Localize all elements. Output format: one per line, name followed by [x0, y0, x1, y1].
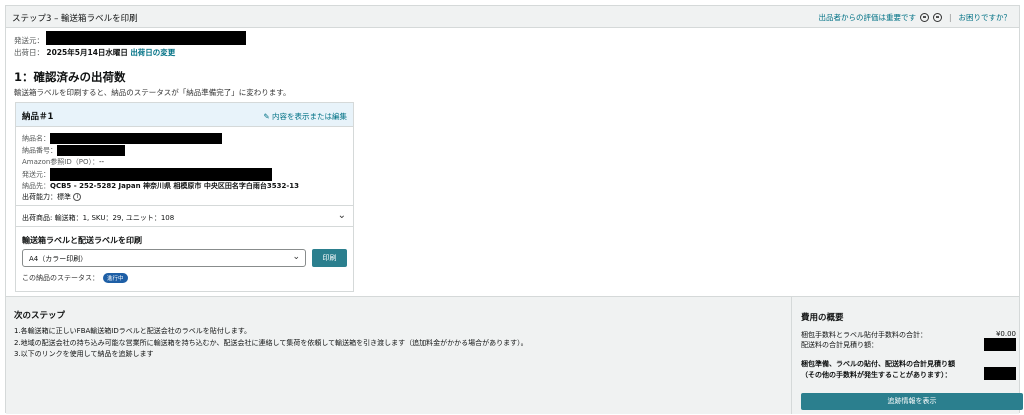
redacted-total — [984, 367, 1016, 380]
edit-link[interactable]: ✎ 内容を表示または編集 — [263, 111, 347, 122]
happy-face-icon[interactable] — [919, 13, 929, 22]
track-shipment-button[interactable]: 追跡情報を表示 — [801, 393, 1023, 410]
shipment-name-label: 納品名： — [22, 134, 50, 143]
feedback-link[interactable]: 出品者からの評価は重要です — [818, 12, 916, 23]
redacted-shipment-number — [57, 144, 125, 156]
status-row: この納品のステータス： 進行中 — [22, 273, 128, 283]
shipment-name-row: 納品名： — [22, 133, 299, 145]
destination-label: 納品先： — [22, 181, 50, 190]
next-steps-list: 1.各輸送箱に正しいFBA輸送箱IDラベルと配送会社のラベルを貼付します。 2.… — [14, 326, 528, 361]
shipment-summary: 出荷商品: 輸送箱：1, SKU：29, ユニット：108 — [22, 214, 175, 222]
ship-from-row: 発送元： — [14, 31, 247, 46]
ship-date-row: 出荷日： 2025年5月14日水曜日 出荷日の変更 — [14, 47, 175, 58]
shipment-number-label: 納品番号： — [22, 146, 57, 155]
next-steps-title: 次のステップ — [14, 311, 66, 321]
total-label-line2: （その他の手数料が発生することがあります）： — [801, 371, 952, 379]
destination-value: QCB5 - 252-5282 Japan 神奈川県 相模原市 中央区田名字白雨… — [50, 181, 299, 190]
top-right-links: 出品者からの評価は重要です | お困りですか？ — [818, 12, 1011, 23]
step-title: ステップ3 – 輸送箱ラベルを印刷 — [12, 14, 138, 24]
ship-date-value: 2025年5月14日水曜日 — [46, 48, 128, 57]
status-label: この納品のステータス： — [22, 274, 99, 282]
prep-fee-value: ¥0.00 — [995, 330, 1016, 338]
ship-date-label: 出荷日： — [14, 48, 44, 57]
pencil-icon: ✎ — [263, 112, 270, 121]
card-details: 納品名： 納品番号： Amazon参照ID（PO）：-- 発送元： 納品先：QC… — [22, 133, 299, 203]
ship-from-label: 発送元： — [14, 36, 44, 45]
section-description: 輸送箱ラベルを印刷すると、納品のステータスが「納品準備完了」に変わります。 — [14, 88, 291, 97]
chevron-down-icon: ⌄ — [292, 252, 300, 262]
page-frame: ステップ3 – 輸送箱ラベルを印刷 出品者からの評価は重要です | お困りですか… — [5, 5, 1023, 414]
card-title: 納品＃1 — [22, 112, 54, 122]
capacity-label: 出荷能力： — [22, 193, 57, 202]
next-step-item: 3.以下のリンクを使用して納品を追跡します — [14, 350, 154, 358]
bottom-panel: 次のステップ 1.各輸送箱に正しいFBA輸送箱IDラベルと配送会社のラベルを貼付… — [6, 296, 1023, 414]
total-label: 梱包準備、ラベルの貼付、配送料の合計見積り額 （その他の手数料が発生することがあ… — [801, 359, 955, 381]
destination-row: 納品先：QCB5 - 252-5282 Japan 神奈川県 相模原市 中央区田… — [22, 181, 299, 192]
redacted-shipment-name — [50, 133, 222, 144]
po-value: -- — [98, 157, 105, 166]
chevron-down-icon[interactable]: ⌄ — [338, 210, 346, 221]
po-label: Amazon参照ID（PO）： — [22, 157, 99, 166]
select-value: A4（カラー印刷） — [29, 255, 88, 263]
section-title: 1：確認済みの出荷数 — [14, 70, 126, 84]
shipment-number-row: 納品番号： — [22, 144, 299, 157]
capacity-value: 標準 — [57, 193, 71, 202]
cost-summary: 費用の概要 梱包手数料とラベル貼付手数料の合計： ¥0.00 配送料の合計見積り… — [801, 297, 1023, 414]
status-badge: 進行中 — [103, 273, 128, 283]
edit-link-label: 内容を表示または編集 — [272, 112, 347, 121]
next-step-item: 2.地域の配送会社の持ち込み可能な営業所に輸送箱を持ち込むか、配送会社に連絡して… — [14, 338, 528, 347]
from-row: 発送元： — [22, 167, 299, 181]
next-step-item: 1.各輸送箱に正しいFBA輸送箱IDラベルと配送会社のラベルを貼付します。 — [14, 327, 252, 335]
redacted-carrier-fee — [984, 338, 1016, 351]
separator: | — [948, 13, 952, 22]
redacted-from — [50, 167, 272, 181]
shipment-card: 納品＃1 ✎ 内容を表示または編集 納品名： 納品番号： Amazon参照ID（… — [15, 102, 354, 292]
print-section-title: 輸送箱ラベルと配送ラベルを印刷 — [22, 236, 142, 245]
redacted-ship-from — [46, 31, 247, 45]
card-header: 納品＃1 ✎ 内容を表示または編集 — [16, 103, 353, 127]
vertical-divider — [791, 297, 792, 414]
top-bar: ステップ3 – 輸送箱ラベルを印刷 出品者からの評価は重要です | お困りですか… — [6, 6, 1019, 28]
cost-summary-title: 費用の概要 — [801, 313, 844, 323]
carrier-fee-label: 配送料の合計見積り額： — [801, 341, 878, 349]
capacity-row: 出荷能力：標準 i — [22, 192, 299, 203]
from-label: 発送元： — [22, 170, 50, 179]
print-button[interactable]: 印刷 — [312, 249, 347, 267]
po-row: Amazon参照ID（PO）：-- — [22, 157, 299, 168]
prep-fee-label: 梱包手数料とラベル貼付手数料の合計： — [801, 331, 927, 339]
change-date-link[interactable]: 出荷日の変更 — [130, 48, 175, 57]
total-label-line1: 梱包準備、ラベルの貼付、配送料の合計見積り額 — [801, 360, 955, 368]
help-link[interactable]: お困りですか？ — [959, 12, 1012, 23]
info-icon[interactable]: i — [73, 193, 82, 202]
sad-face-icon[interactable] — [932, 13, 942, 22]
label-format-select[interactable]: A4（カラー印刷） ⌄ — [22, 249, 306, 267]
shipment-contents-row[interactable]: 出荷商品: 輸送箱：1, SKU：29, ユニット：108 ⌄ — [16, 205, 353, 227]
